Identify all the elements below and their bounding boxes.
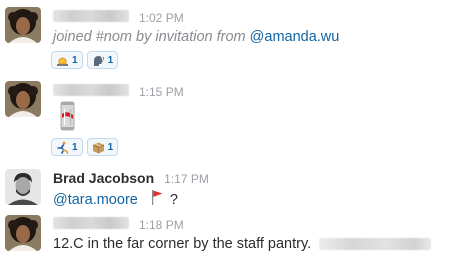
reactions-bar: 1 1 <box>51 138 119 156</box>
reaction-rotating-light[interactable]: 1 <box>51 51 83 69</box>
timestamp[interactable]: 1:02 PM <box>139 11 184 25</box>
timestamp[interactable]: 1:15 PM <box>139 85 184 99</box>
message-suffix: ? <box>169 191 178 208</box>
avatar[interactable] <box>5 169 41 205</box>
redacted-author-name[interactable] <box>53 10 129 22</box>
timestamp[interactable]: 1:18 PM <box>139 218 184 232</box>
rotating-light-icon <box>56 54 69 67</box>
speaking-head-icon <box>92 54 105 67</box>
redacted-text <box>319 238 432 251</box>
reaction-count: 1 <box>107 54 114 66</box>
system-message: joined #nom by invitation from @amanda.w… <box>53 28 339 46</box>
reaction-runner[interactable]: 1 <box>51 138 83 156</box>
sender-name[interactable]: Brad Jacobson <box>53 170 154 186</box>
user-mention[interactable]: @amanda.wu <box>250 29 340 45</box>
reaction-package[interactable]: 1 <box>86 138 119 156</box>
redacted-author-name[interactable] <box>53 84 129 96</box>
diet-coke-can-icon[interactable] <box>60 101 75 136</box>
runner-icon <box>56 141 69 154</box>
avatar[interactable] <box>5 81 41 117</box>
avatar[interactable] <box>5 215 41 251</box>
user-mention[interactable]: @tara.moore <box>53 191 138 209</box>
message-text: 12.C in the far corner by the staff pant… <box>53 235 432 253</box>
reaction-count: 1 <box>107 141 114 153</box>
reactions-bar: 1 1 <box>51 51 119 69</box>
system-message-text: joined #nom by invitation from <box>53 29 250 45</box>
redacted-author-name[interactable] <box>53 217 129 229</box>
message-body: 12.C in the far corner by the staff pant… <box>53 236 312 252</box>
triangular-flag-icon <box>150 189 164 210</box>
reaction-count: 1 <box>72 141 78 153</box>
avatar[interactable] <box>5 7 41 43</box>
message-text: @tara.moore ? <box>53 189 178 210</box>
package-icon <box>92 141 105 154</box>
timestamp[interactable]: 1:17 PM <box>164 172 209 186</box>
reaction-count: 1 <box>72 54 78 66</box>
reaction-speaking-head[interactable]: 1 <box>86 51 119 69</box>
